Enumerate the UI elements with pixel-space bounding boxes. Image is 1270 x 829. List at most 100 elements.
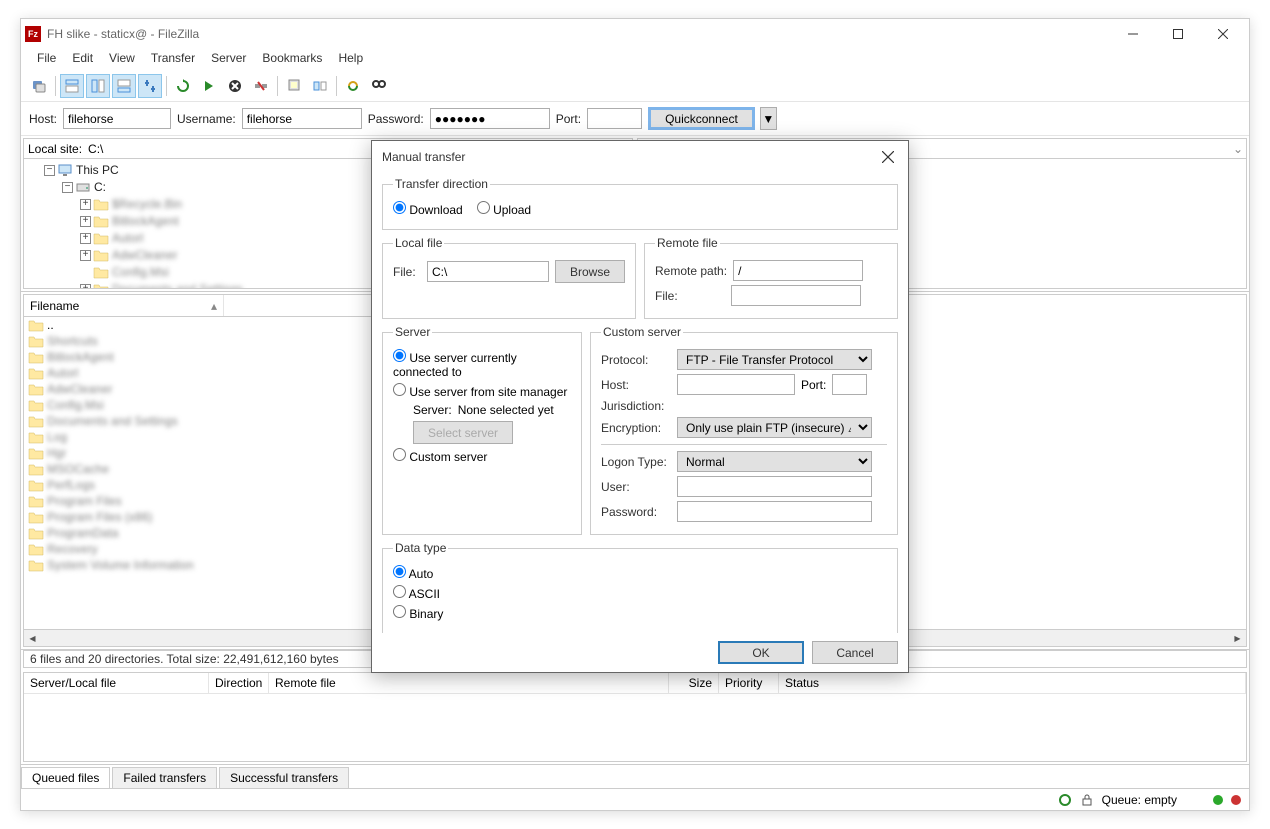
- app-icon: Fz: [25, 26, 41, 42]
- sync-browse-icon[interactable]: [138, 74, 162, 98]
- remote-path-input[interactable]: [733, 260, 863, 281]
- local-file-group: Local file File: Browse: [382, 236, 636, 319]
- titlebar: Fz FH slike - staticx@ - FileZilla: [21, 19, 1249, 49]
- process-queue-icon[interactable]: [197, 74, 221, 98]
- compare-icon[interactable]: [308, 74, 332, 98]
- minimize-button[interactable]: [1110, 20, 1155, 48]
- queue-tabs: Queued files Failed transfers Successful…: [21, 764, 1249, 788]
- col-status[interactable]: Status: [779, 673, 1246, 693]
- browse-button[interactable]: Browse: [555, 260, 625, 283]
- cs-user-label: User:: [601, 480, 671, 494]
- refresh-icon[interactable]: [171, 74, 195, 98]
- radio-binary[interactable]: Binary: [393, 605, 443, 621]
- window-title: FH slike - staticx@ - FileZilla: [47, 27, 1110, 41]
- server-group: Server Use server currently connected to…: [382, 325, 582, 535]
- port-input[interactable]: [587, 108, 642, 129]
- disconnect-icon[interactable]: [249, 74, 273, 98]
- menu-bookmarks[interactable]: Bookmarks: [254, 49, 330, 70]
- protocol-label: Protocol:: [601, 353, 671, 367]
- filename-column[interactable]: Filename▴: [24, 295, 224, 316]
- encryption-select[interactable]: Only use plain FTP (insecure) ⚠: [677, 417, 872, 438]
- radio-auto[interactable]: Auto: [393, 565, 433, 581]
- status-dot-red: [1231, 795, 1241, 805]
- radio-custom-server[interactable]: Custom server: [393, 448, 487, 464]
- menu-edit[interactable]: Edit: [64, 49, 101, 70]
- toolbar: [21, 71, 1249, 102]
- cs-user-input[interactable]: [677, 476, 872, 497]
- port-label: Port:: [556, 112, 581, 126]
- site-manager-icon[interactable]: [27, 74, 51, 98]
- status-bar: Queue: empty: [21, 788, 1249, 810]
- tab-queued[interactable]: Queued files: [21, 767, 110, 788]
- lock-icon: [1080, 793, 1094, 807]
- radio-server-connected[interactable]: Use server currently connected to: [393, 349, 571, 379]
- password-input[interactable]: [430, 108, 550, 129]
- radio-server-sitemgr[interactable]: Use server from site manager: [393, 383, 567, 399]
- toggle-log-icon[interactable]: [60, 74, 84, 98]
- queue-status-label: Queue: empty: [1102, 793, 1177, 807]
- data-type-group: Data type Auto ASCII Binary: [382, 541, 898, 633]
- select-server-button[interactable]: Select server: [413, 421, 513, 444]
- protocol-select[interactable]: FTP - File Transfer Protocol: [677, 349, 872, 370]
- quickconnect-bar: Host: Username: Password: Port: Quickcon…: [21, 102, 1249, 136]
- radio-upload[interactable]: Upload: [477, 201, 531, 217]
- col-server-local[interactable]: Server/Local file: [24, 673, 209, 693]
- chevron-down-icon[interactable]: ⌄: [1229, 142, 1246, 156]
- cs-host-input[interactable]: [677, 374, 795, 395]
- cancel-button[interactable]: Cancel: [812, 641, 898, 664]
- menu-file[interactable]: File: [29, 49, 64, 70]
- remote-file-group: Remote file Remote path: File:: [644, 236, 898, 319]
- menu-help[interactable]: Help: [330, 49, 371, 70]
- toggle-tree-icon[interactable]: [86, 74, 110, 98]
- radio-download[interactable]: Download: [393, 201, 463, 217]
- cs-pass-input[interactable]: [677, 501, 872, 522]
- dialog-titlebar: Manual transfer: [372, 141, 908, 173]
- queue-body[interactable]: [24, 694, 1246, 761]
- queue-header: Server/Local file Direction Remote file …: [24, 673, 1246, 694]
- tab-failed[interactable]: Failed transfers: [112, 767, 217, 788]
- search-icon[interactable]: [367, 74, 391, 98]
- host-input[interactable]: [63, 108, 171, 129]
- local-file-input[interactable]: [427, 261, 549, 282]
- close-button[interactable]: [1200, 20, 1245, 48]
- radio-ascii[interactable]: ASCII: [393, 585, 440, 601]
- reconnect-icon[interactable]: [341, 74, 365, 98]
- remote-path-label: Remote path:: [655, 264, 727, 278]
- maximize-button[interactable]: [1155, 20, 1200, 48]
- custom-server-group: Custom server Protocol: FTP - File Trans…: [590, 325, 898, 535]
- host-label: Host:: [29, 112, 57, 126]
- tab-successful[interactable]: Successful transfers: [219, 767, 349, 788]
- cs-host-label: Host:: [601, 378, 671, 392]
- ok-button[interactable]: OK: [718, 641, 804, 664]
- password-label: Password:: [368, 112, 424, 126]
- settings-icon[interactable]: [1058, 793, 1072, 807]
- menu-transfer[interactable]: Transfer: [143, 49, 203, 70]
- dialog-title: Manual transfer: [382, 150, 878, 164]
- remote-file-input[interactable]: [731, 285, 861, 306]
- server-none-text: None selected yet: [458, 403, 554, 417]
- toggle-queue-icon[interactable]: [112, 74, 136, 98]
- quickconnect-dropdown[interactable]: ▼: [760, 107, 777, 130]
- transfer-direction-group: Transfer direction Download Upload: [382, 177, 898, 230]
- cs-pass-label: Password:: [601, 505, 671, 519]
- queue-pane: Server/Local file Direction Remote file …: [23, 672, 1247, 762]
- dialog-close-button[interactable]: [878, 147, 898, 167]
- menu-view[interactable]: View: [101, 49, 143, 70]
- remote-file-label: File:: [655, 289, 725, 303]
- col-priority[interactable]: Priority: [719, 673, 779, 693]
- quickconnect-button[interactable]: Quickconnect: [648, 107, 755, 130]
- cs-port-input[interactable]: [832, 374, 867, 395]
- jurisdiction-label: Jurisdiction:: [601, 399, 671, 413]
- logon-type-select[interactable]: Normal: [677, 451, 872, 472]
- col-size[interactable]: Size: [669, 673, 719, 693]
- cancel-icon[interactable]: [223, 74, 247, 98]
- menu-server[interactable]: Server: [203, 49, 254, 70]
- server-label: Server:: [413, 403, 452, 417]
- col-remote-file[interactable]: Remote file: [269, 673, 669, 693]
- username-label: Username:: [177, 112, 236, 126]
- col-direction[interactable]: Direction: [209, 673, 269, 693]
- filter-icon[interactable]: [282, 74, 306, 98]
- encryption-label: Encryption:: [601, 421, 671, 435]
- local-file-label: File:: [393, 265, 421, 279]
- username-input[interactable]: [242, 108, 362, 129]
